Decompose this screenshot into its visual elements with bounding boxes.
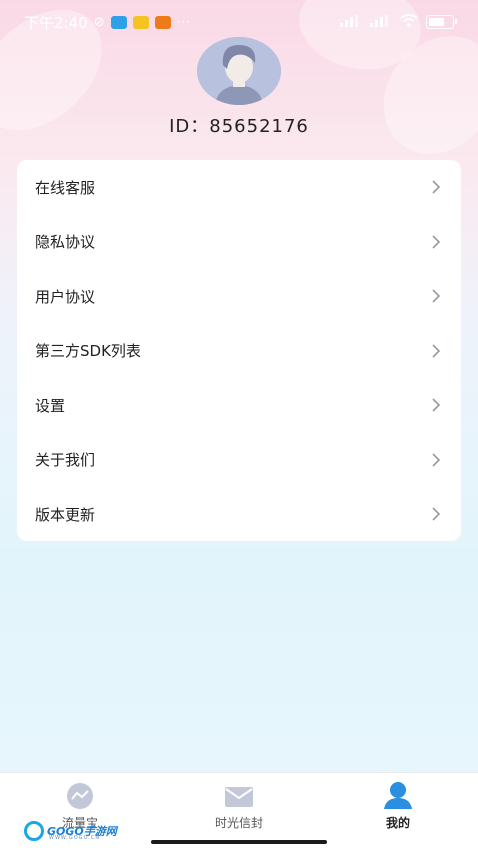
watermark-logo: GOGO手游网 WWW.GOGO.CN: [24, 818, 124, 844]
chevron-right-icon: [429, 507, 443, 521]
app-notification-icon: [110, 15, 127, 29]
wifi-icon: [400, 14, 418, 30]
watermark-subtext: WWW.GOGO.CN: [49, 835, 101, 841]
chevron-right-icon: [429, 289, 443, 303]
menu-item-privacy-policy[interactable]: 隐私协议: [17, 215, 461, 270]
user-id: ID：85652176: [169, 116, 309, 137]
menu-item-label: 版本更新: [35, 505, 96, 524]
settings-menu-card: 在线客服 隐私协议 用户协议 第三方SDK列表 设置 关于我们 版本更新: [17, 160, 461, 541]
watermark-circle-icon: [24, 821, 44, 841]
tab-time-envelope[interactable]: 时光信封: [179, 781, 299, 831]
status-left: 下午2:40 ⊘ ···: [24, 12, 191, 33]
app-notification-icon: [132, 15, 149, 29]
tab-label: 时光信封: [214, 816, 263, 830]
status-time: 下午2:40: [24, 13, 88, 32]
chevron-right-icon: [429, 235, 443, 249]
menu-item-label: 隐私协议: [35, 233, 96, 252]
chevron-right-icon: [429, 453, 443, 467]
person-icon: [382, 781, 414, 809]
menu-item-label: 关于我们: [35, 451, 96, 470]
mute-icon: ⊘: [93, 14, 105, 30]
user-avatar-icon: [197, 37, 281, 105]
menu-item-label: 设置: [35, 396, 66, 415]
home-indicator[interactable]: [151, 840, 327, 844]
battery-icon: [426, 15, 457, 29]
tab-mine[interactable]: 我的: [338, 781, 458, 831]
more-notifications-icon: ···: [176, 15, 192, 29]
menu-item-customer-service[interactable]: 在线客服: [17, 160, 461, 215]
menu-item-label: 第三方SDK列表: [35, 342, 141, 361]
status-right: [340, 14, 457, 30]
menu-item-version-update[interactable]: 版本更新: [17, 487, 461, 542]
chart-icon: [64, 781, 96, 809]
menu-item-about-us[interactable]: 关于我们: [17, 433, 461, 488]
menu-item-label: 用户协议: [35, 287, 96, 306]
chevron-right-icon: [429, 398, 443, 412]
avatar[interactable]: [197, 37, 281, 105]
menu-item-user-agreement[interactable]: 用户协议: [17, 269, 461, 324]
tab-label: 我的: [385, 816, 410, 830]
chevron-right-icon: [429, 180, 443, 194]
app-notification-icon: [154, 15, 171, 29]
menu-item-third-party-sdk[interactable]: 第三方SDK列表: [17, 324, 461, 379]
menu-item-settings[interactable]: 设置: [17, 378, 461, 433]
signal-icon: [370, 14, 392, 30]
menu-item-label: 在线客服: [35, 178, 96, 197]
signal-icon: [340, 14, 362, 30]
chevron-right-icon: [429, 344, 443, 358]
envelope-icon: [223, 781, 255, 809]
